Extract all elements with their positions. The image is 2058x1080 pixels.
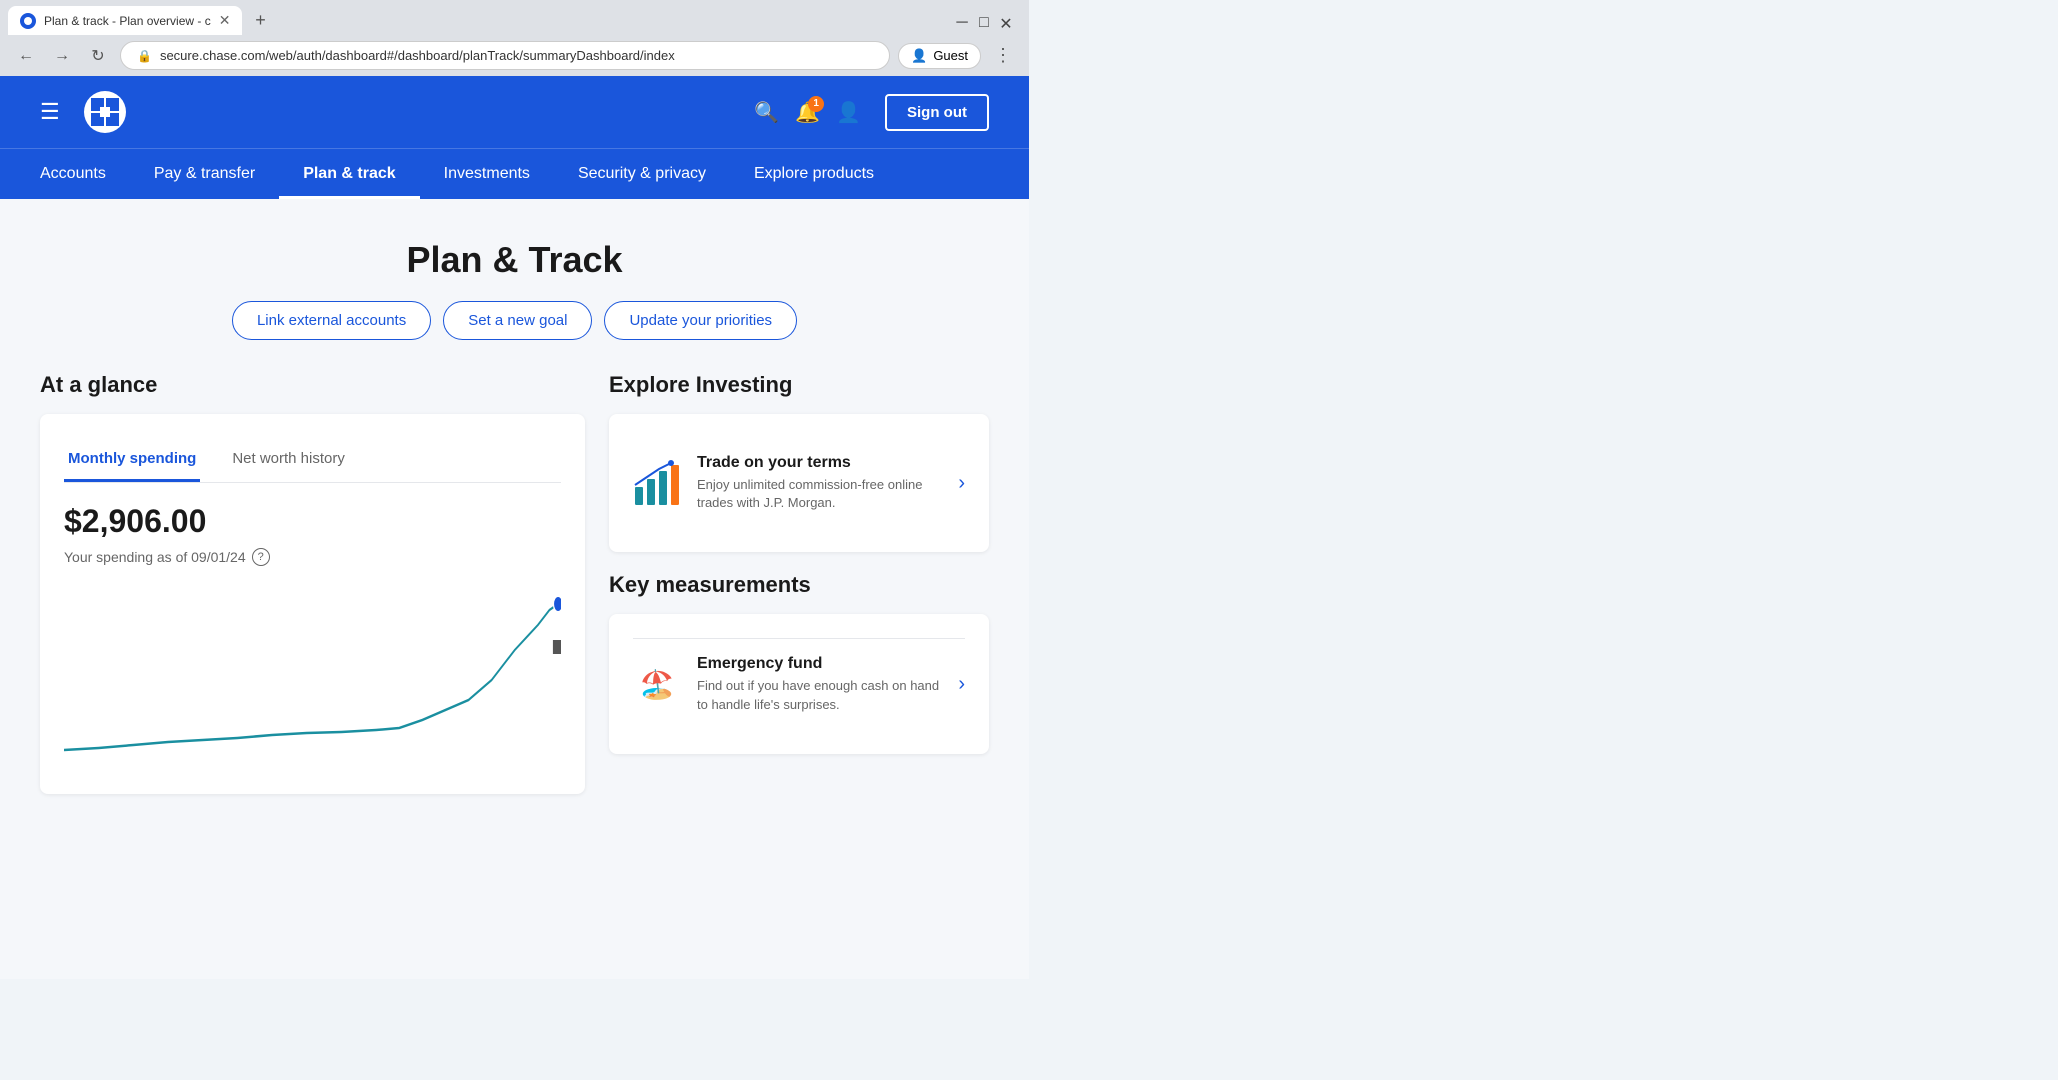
chase-logo[interactable] [84,91,126,133]
key-measurements-section: Key measurements 🏖️ Emergency fund Find … [609,572,989,753]
trade-icon [633,459,681,507]
help-icon[interactable]: ? [252,548,270,566]
update-priorities-button[interactable]: Update your priorities [604,301,797,340]
tab-close-button[interactable]: ✕ [219,12,231,29]
browser-toolbar: ← → ↻ 🔒 secure.chase.com/web/auth/dashbo… [0,35,1029,76]
tab-net-worth-history[interactable]: Net worth history [228,438,349,482]
explore-trade-text: Trade on your terms Enjoy unlimited comm… [697,454,942,512]
notification-badge: 1 [808,96,824,112]
explore-investing-title: Explore Investing [609,372,989,398]
tab-title: Plan & track - Plan overview - c [44,14,211,28]
chart-peak-dot [553,596,561,612]
search-icon: 🔍 [754,102,779,124]
at-a-glance-section: At a glance Monthly spending Net worth h… [40,372,585,794]
nav-item-explore-products[interactable]: Explore products [730,149,898,199]
reload-button[interactable]: ↻ [84,42,112,70]
page-title-section: Plan & Track Link external accounts Set … [40,239,989,340]
tab-monthly-spending[interactable]: Monthly spending [64,438,200,482]
sign-out-button[interactable]: Sign out [885,94,989,131]
tabs: Monthly spending Net worth history [64,438,561,483]
address-text: secure.chase.com/web/auth/dashboard#/das… [160,48,873,63]
browser-tab-bar: Plan & track - Plan overview - c ✕ + ─ □… [0,0,1029,35]
lock-icon: 🔒 [137,49,152,63]
nav-item-security-privacy[interactable]: Security & privacy [554,149,730,199]
emergency-fund-text: Emergency fund Find out if you have enou… [697,655,942,713]
nav-item-plan-track[interactable]: Plan & track [279,149,419,199]
notifications-button[interactable]: 🔔 1 [795,100,820,125]
search-button[interactable]: 🔍 [754,100,779,125]
maximize-button[interactable]: □ [977,14,991,28]
nav-item-investments[interactable]: Investments [420,149,554,199]
at-a-glance-title: At a glance [40,372,585,398]
key-measurements-title: Key measurements [609,572,989,598]
profile-label: Guest [933,48,968,63]
trade-description: Enjoy unlimited commission-free online t… [697,476,942,512]
back-button[interactable]: ← [12,42,40,70]
tab-favicon [20,13,36,29]
forward-button[interactable]: → [48,42,76,70]
action-buttons: Link external accounts Set a new goal Up… [40,301,989,340]
trade-chevron-right-icon: › [958,472,965,495]
page-title: Plan & Track [40,239,989,281]
right-panel: Explore Investing [609,372,989,794]
emergency-fund-description: Find out if you have enough cash on hand… [697,677,942,713]
page-content: Plan & Track Link external accounts Set … [0,199,1029,979]
parachute-icon: 🏖️ [640,668,675,701]
spending-subtitle-text: Your spending as of 09/01/24 [64,549,246,565]
explore-investing-card: Trade on your terms Enjoy unlimited comm… [609,414,989,552]
spending-amount: $2,906.00 [64,503,561,540]
at-a-glance-card: Monthly spending Net worth history $2,90… [40,414,585,794]
profile-icon: 👤 [911,48,927,64]
emergency-fund-chevron-right-icon: › [958,673,965,696]
new-tab-button[interactable]: + [246,7,274,35]
close-button[interactable]: ✕ [999,14,1013,28]
main-nav: Accounts Pay & transfer Plan & track Inv… [0,148,1029,199]
set-new-goal-button[interactable]: Set a new goal [443,301,592,340]
window-controls: ─ □ ✕ [955,14,1021,28]
address-bar[interactable]: 🔒 secure.chase.com/web/auth/dashboard#/d… [120,41,890,70]
chart-mini-icon [633,459,681,507]
trade-title: Trade on your terms [697,454,942,472]
browser-menu-button[interactable]: ⋮ [989,42,1017,70]
hamburger-menu-icon[interactable]: ☰ [40,99,60,125]
chart-svg [64,590,561,770]
nav-item-accounts[interactable]: Accounts [40,149,130,199]
account-button[interactable]: 👤 [836,100,861,125]
profile-button[interactable]: 👤 Guest [898,43,981,69]
link-external-accounts-button[interactable]: Link external accounts [232,301,431,340]
chart-square-marker [553,640,561,654]
top-nav: ☰ 🔍 🔔 1 👤 Sign out [0,76,1029,148]
browser-chrome: Plan & track - Plan overview - c ✕ + ─ □… [0,0,1029,76]
spending-subtitle: Your spending as of 09/01/24 ? [64,548,561,566]
spending-chart [64,590,561,770]
explore-trade-item[interactable]: Trade on your terms Enjoy unlimited comm… [633,438,965,528]
key-measurements-card: 🏖️ Emergency fund Find out if you have e… [609,614,989,753]
main-layout: At a glance Monthly spending Net worth h… [40,372,989,794]
emergency-fund-title: Emergency fund [697,655,942,673]
chase-app: ☰ 🔍 🔔 1 👤 Sign out [0,76,1029,979]
emergency-fund-icon: 🏖️ [633,661,681,709]
person-icon: 👤 [836,102,861,124]
top-nav-icons: 🔍 🔔 1 👤 Sign out [754,94,989,131]
emergency-fund-item[interactable]: 🏖️ Emergency fund Find out if you have e… [633,638,965,729]
minimize-button[interactable]: ─ [955,14,969,28]
browser-tab-active[interactable]: Plan & track - Plan overview - c ✕ [8,6,242,35]
nav-item-pay-transfer[interactable]: Pay & transfer [130,149,279,199]
